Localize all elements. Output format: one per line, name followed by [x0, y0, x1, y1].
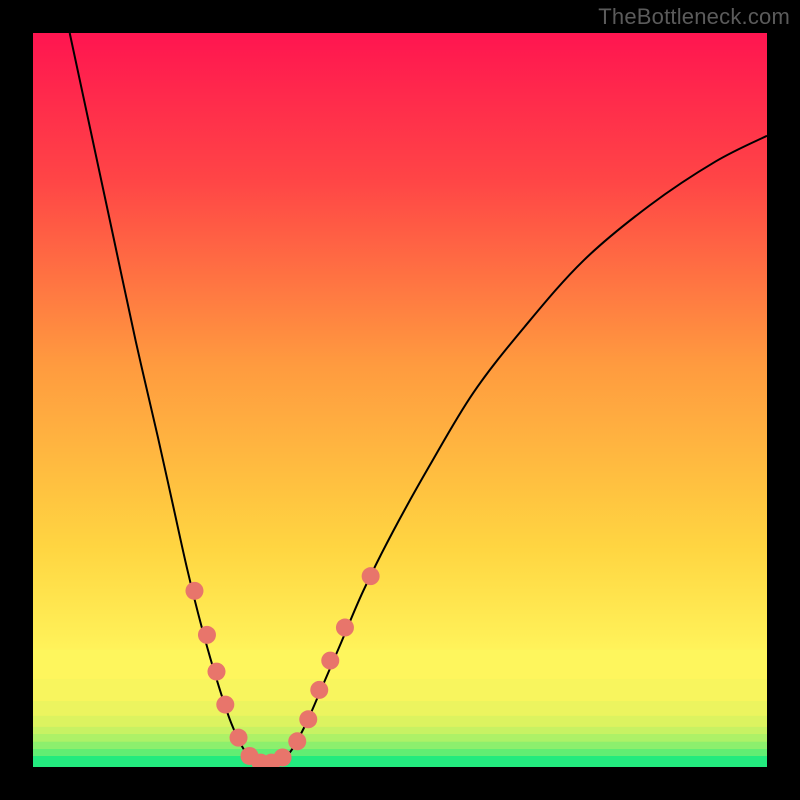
- plot-area: [33, 33, 767, 767]
- marker-dot: [299, 710, 317, 728]
- marker-dot: [362, 567, 380, 585]
- marker-dot: [230, 729, 248, 747]
- marker-dot: [288, 732, 306, 750]
- marker-dot: [274, 748, 292, 766]
- watermark-text: TheBottleneck.com: [598, 4, 790, 30]
- marker-dot: [198, 626, 216, 644]
- chart-frame: TheBottleneck.com: [0, 0, 800, 800]
- color-bands: [33, 650, 767, 767]
- marker-dot: [336, 619, 354, 637]
- chart-svg: [33, 33, 767, 767]
- marker-dot: [208, 663, 226, 681]
- marker-dot: [310, 681, 328, 699]
- marker-dot: [185, 582, 203, 600]
- marker-dot: [321, 652, 339, 670]
- marker-dot: [216, 696, 234, 714]
